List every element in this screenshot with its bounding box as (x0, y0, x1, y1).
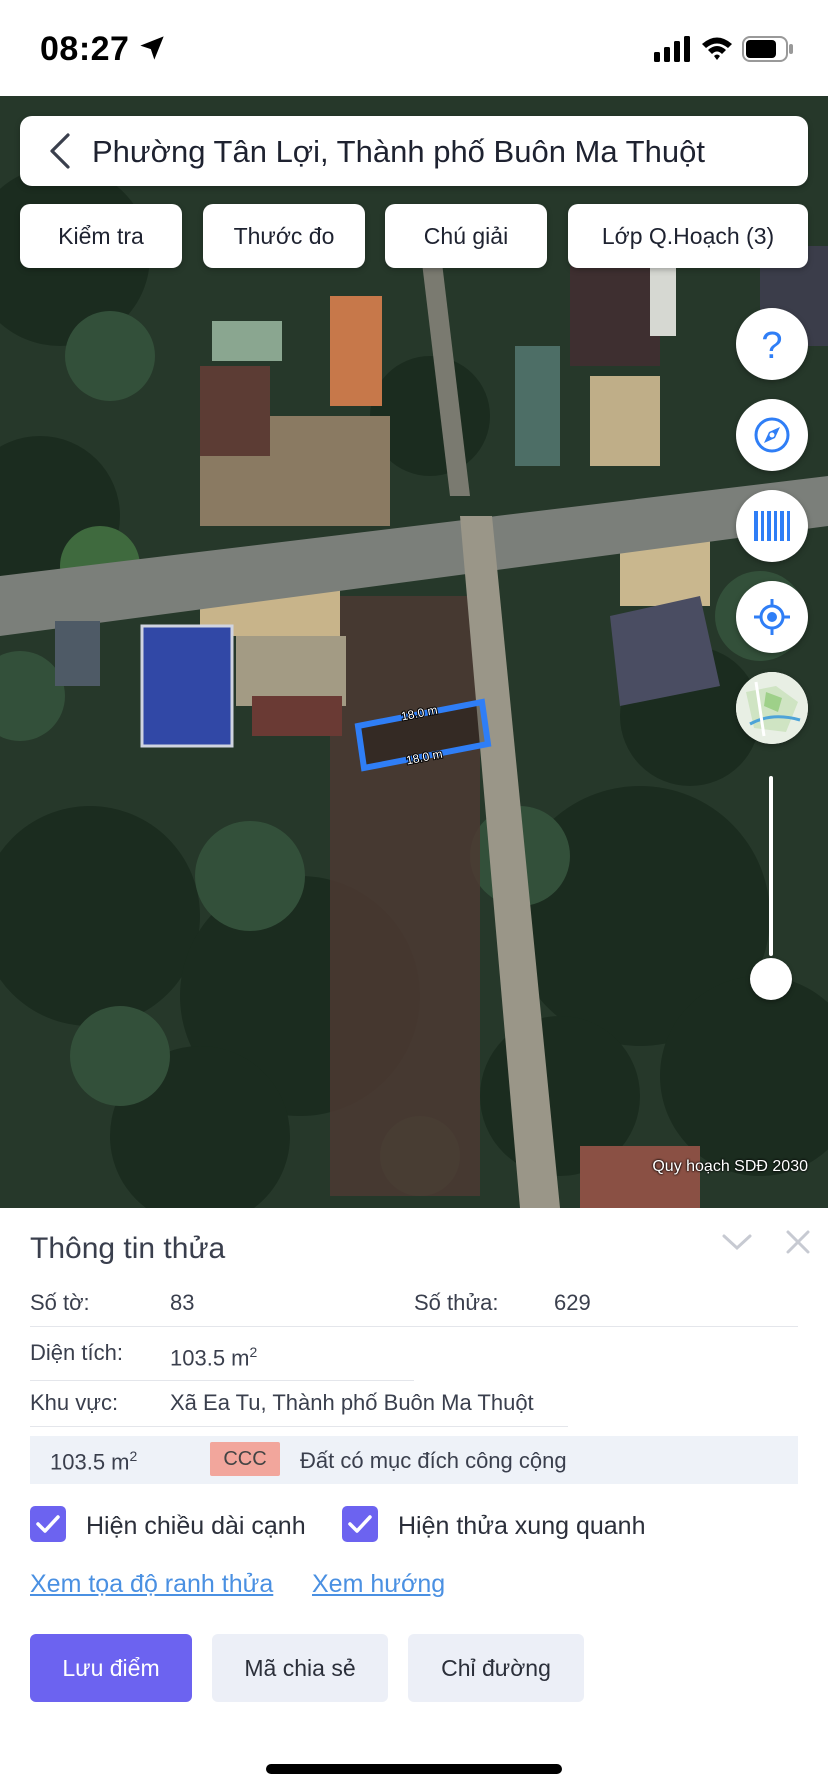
plot-value: 629 (554, 1290, 591, 1315)
planning-layer-button[interactable]: Lớp Q.Hoạch (3) (568, 204, 808, 268)
chevron-left-icon[interactable] (44, 132, 78, 170)
land-use-code-badge: CCC (210, 1442, 280, 1476)
land-use-description: Đất có mục đích công cộng (300, 1448, 567, 1473)
sheet-value: 83 (170, 1290, 195, 1315)
area-label: Diện tích: (30, 1340, 123, 1365)
land-use-row: 103.5 m2 CCC Đất có mục đích công cộng (30, 1436, 798, 1484)
barcode-icon (754, 511, 790, 541)
wifi-icon (702, 37, 732, 60)
check-button[interactable]: Kiểm tra (20, 204, 182, 268)
locate-me-button[interactable] (736, 581, 808, 653)
location-search-bar[interactable]: Phường Tân Lợi, Thành phố Buôn Ma Thuột (20, 116, 808, 186)
area-value: 103.5 m2 (170, 1344, 258, 1371)
planning-caption: Quy hoạch SDĐ 2030 (652, 1158, 808, 1175)
divider (30, 1326, 798, 1327)
satellite-map[interactable]: 18.0 m 18.0 m Phường Tân Lợi, Thành phố … (0, 96, 828, 1208)
location-arrow-icon (140, 36, 164, 60)
divider (30, 1426, 568, 1427)
close-icon[interactable] (784, 1228, 812, 1256)
plot-label: Số thửa: (414, 1290, 499, 1315)
checkmark-icon (36, 1515, 60, 1533)
legend-button[interactable]: Chú giải (385, 204, 547, 268)
locate-icon (754, 599, 790, 635)
battery-icon (742, 36, 793, 62)
share-code-button[interactable]: Mã chia sẻ (212, 1634, 388, 1702)
compass-button[interactable] (736, 399, 808, 471)
help-button[interactable]: ? (736, 308, 808, 380)
divider (30, 1380, 414, 1381)
show-neighbor-plots-checkbox[interactable] (342, 1506, 378, 1542)
map-layer-thumbnail (736, 672, 808, 744)
home-indicator[interactable] (266, 1764, 562, 1774)
sheet-label: Số tờ: (30, 1290, 90, 1315)
directions-button[interactable]: Chỉ đường (408, 1634, 584, 1702)
map-layer-button[interactable] (736, 672, 808, 744)
zoom-slider-track[interactable] (769, 776, 773, 956)
svg-text:?: ? (761, 325, 782, 364)
view-direction-link[interactable]: Xem hướng (312, 1570, 445, 1599)
checkmark-icon (348, 1515, 372, 1533)
zoom-slider-handle[interactable] (750, 958, 792, 1000)
save-point-button[interactable]: Lưu điểm (30, 1634, 192, 1702)
status-bar: 08:27 (0, 0, 828, 96)
ruler-button[interactable]: Thước đo (203, 204, 365, 268)
land-use-area: 103.5 m2 (50, 1448, 138, 1475)
region-label: Khu vực: (30, 1390, 119, 1415)
help-icon: ? (761, 325, 782, 364)
view-boundary-coords-link[interactable]: Xem tọa độ ranh thửa (30, 1570, 273, 1599)
status-time: 08:27 (40, 30, 130, 68)
show-neighbor-plots-label[interactable]: Hiện thửa xung quanh (398, 1512, 645, 1541)
signal-icon (654, 36, 690, 62)
region-value: Xã Ea Tu, Thành phố Buôn Ma Thuột (170, 1390, 534, 1415)
show-edge-length-label[interactable]: Hiện chiều dài cạnh (86, 1512, 306, 1541)
compass-icon (754, 417, 790, 453)
show-edge-length-checkbox[interactable] (30, 1506, 66, 1542)
panel-title: Thông tin thửa (30, 1232, 226, 1265)
location-title: Phường Tân Lợi, Thành phố Buôn Ma Thuột (92, 134, 705, 169)
parcel-info-panel: Thông tin thửa Số tờ: 83 Số thửa: 629 Di… (0, 1208, 828, 1792)
chevron-down-icon[interactable] (720, 1230, 754, 1254)
barcode-button[interactable] (736, 490, 808, 562)
